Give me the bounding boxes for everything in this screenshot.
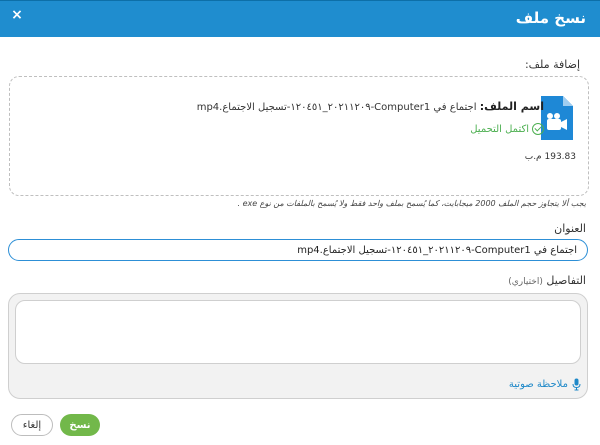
voice-note-link[interactable]: ملاحظة صوتية: [509, 378, 581, 391]
voice-note-label: ملاحظة صوتية: [508, 379, 568, 390]
file-name: اسم الملف: اجتماع في Computer1-٢٠٢١١٢٠٩_…: [197, 100, 544, 113]
file-name-value: اجتماع في Computer1-٢٠٢١١٢٠٩_١٢٠٤٥١-تسجي…: [196, 102, 477, 113]
microphone-icon: [572, 378, 581, 391]
details-label: التفاصيل (اختياري): [508, 274, 586, 287]
upload-status-text: اكتمل التحميل: [470, 123, 529, 135]
dialog-header: × نسخ ملف: [0, 0, 600, 37]
details-container: ملاحظة صوتية: [8, 293, 588, 399]
copy-button[interactable]: نسخ: [60, 414, 100, 436]
details-label-text: التفاصيل: [546, 274, 586, 287]
check-circle-icon: [532, 123, 544, 135]
close-icon[interactable]: ×: [10, 6, 24, 24]
title-label: العنوان: [554, 222, 586, 235]
add-file-label: إضافة ملف:: [524, 58, 580, 71]
upload-status: اكتمل التحميل: [470, 123, 544, 135]
file-size: 193.83 م.ب: [524, 152, 576, 162]
video-file-icon: [541, 96, 573, 140]
cancel-button[interactable]: إلغاء: [11, 414, 53, 436]
upload-note: يجب ألا يتجاوز حجم الملف 2000 ميجابايت، …: [237, 199, 586, 208]
file-dropzone[interactable]: اسم الملف: اجتماع في Computer1-٢٠٢١١٢٠٩_…: [9, 76, 589, 196]
dialog-title: نسخ ملف: [515, 9, 586, 27]
title-input[interactable]: [8, 239, 588, 261]
optional-hint: (اختياري): [508, 277, 543, 287]
details-textarea[interactable]: [15, 300, 581, 364]
file-name-label: اسم الملف:: [479, 100, 544, 113]
